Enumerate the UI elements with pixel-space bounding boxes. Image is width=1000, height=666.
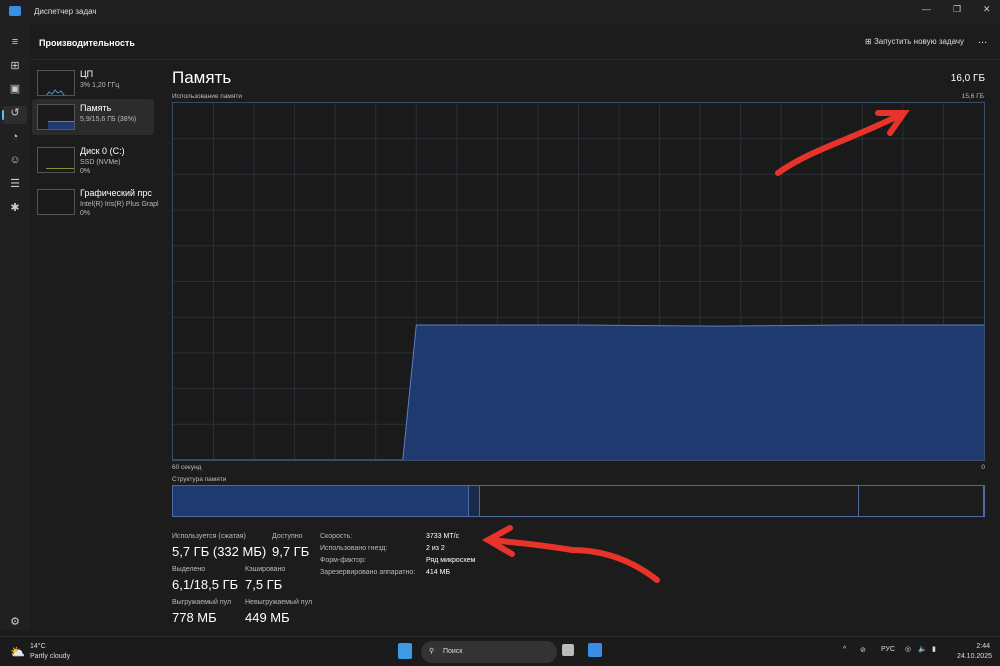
startup-apps-icon[interactable]: ◔ [9,131,21,143]
clock-time[interactable]: 2:44 [976,643,990,650]
taskbar: ⛅ 14°C Partly cloudy ⚲ Поиск ^ ⊘ РУС ◎ 🔈… [0,636,1000,666]
stat-label: Используется (сжатая) [172,533,246,540]
details-icon[interactable]: ☰ [9,178,21,190]
stat-value: 6,1/18,5 ГБ [172,577,239,592]
structure-label: Структура памяти [172,476,227,483]
stat-value: 449 МБ [245,610,290,625]
prop-label: Форм-фактор: [320,557,366,564]
stat-label: Доступно [272,533,303,540]
sidebar-item-sub: 5,9/15,6 ГБ (38%) [80,116,137,123]
prop-value: 3733 MT/c [426,533,460,540]
sidebar-item-sub: SSD (NVMe) [80,159,121,166]
stat-value: 7,5 ГБ [245,577,283,592]
minimize-button[interactable]: — [922,4,931,14]
more-button[interactable]: ... [978,34,987,46]
memory-thumbnail [37,104,75,130]
app-history-icon[interactable]: ↺ [9,107,21,119]
sidebar-item-gpu[interactable]: Графический прс Intel(R) Iris(R) Plus Gr… [32,184,159,220]
search-icon: ⚲ [429,648,435,655]
clock-date[interactable]: 24.10.2025 [957,653,992,660]
title-bar: Диспетчер задач — ❐ ✕ [0,0,1000,24]
sidebar-item-memory[interactable]: Память 5,9/15,6 ГБ (38%) [32,99,154,135]
cpu-thumbnail [37,70,75,96]
stat-label: Выделено [172,566,206,573]
users-icon[interactable]: ☺ [9,154,21,166]
gpu-thumbnail [37,189,75,215]
usage-label: Использование памяти [172,93,242,100]
nav-rail: ≡ ⊞ ▣ ↺ ◔ ☺ ☰ ✱ ⚙ [0,24,30,630]
weather-icon[interactable]: ⛅ [10,645,25,659]
sidebar-item-disk[interactable]: Диск 0 (C:) SSD (NVMe) 0% [32,142,154,178]
language-indicator[interactable]: РУС [881,646,895,653]
volume-icon[interactable]: 🔈 [918,645,927,653]
network-icon[interactable]: ◎ [905,645,911,653]
prop-value: 414 МБ [426,569,451,576]
stat-label: Выгружаемый пул [172,599,232,606]
prop-label: Использовано гнезд: [320,545,388,552]
search-placeholder: Поиск [443,648,463,655]
header: Производительность ⊞ Запустить новую зад… [30,24,1000,60]
stat-label: Невыгружаемый пул [245,599,313,606]
tray-chevron-icon[interactable]: ^ [843,646,846,653]
memory-total: 16,0 ГБ [950,73,985,84]
annotation-arrow-bottom [482,525,660,583]
page-title: Производительность [39,38,135,48]
stat-value: 5,7 ГБ (332 МБ) [172,544,267,559]
processes-icon[interactable]: ⊞ [9,60,21,72]
memory-title: Память [172,68,232,87]
task-view-icon[interactable] [562,644,574,656]
sidebar-item-sub: 3% 1,20 ГГц [80,82,120,89]
sidebar-item-label: Диск 0 (C:) [80,146,125,156]
memory-composition-bar [172,485,985,517]
sidebar-item-sub2: 0% [80,210,91,217]
new-task-label: Запустить новую задачу [873,37,965,46]
prop-label: Скорость: [320,533,353,540]
services-icon[interactable]: ✱ [9,202,21,214]
task-manager-taskbar-icon[interactable] [588,643,602,657]
search-box[interactable]: ⚲ Поиск [421,641,557,663]
window-title: Диспетчер задач [34,7,97,16]
sidebar-item-cpu[interactable]: ЦП 3% 1,20 ГГц [32,65,154,101]
sidebar-item-label: Графический прс [80,188,152,198]
task-manager-icon [9,6,21,16]
hamburger-menu-icon[interactable]: ≡ [9,36,21,48]
disk-thumbnail [37,147,75,173]
time-right-label: 0 [981,464,985,471]
sidebar-item-sub: Intel(R) Iris(R) Plus Grapl [80,201,159,208]
hidden-icon[interactable]: ⊘ [860,646,866,654]
stat-label: Кэшировано [245,566,286,573]
close-button[interactable]: ✕ [983,4,991,15]
time-left-label: 60 секунд [172,464,202,471]
in-use-segment[interactable] [173,486,470,516]
settings-icon[interactable]: ⚙ [9,616,21,628]
sidebar-item-sub2: 0% [80,168,91,175]
memory-usage-chart [172,102,985,461]
free-segment[interactable] [859,486,984,516]
new-task-button[interactable]: ⊞ Запустить новую задачу [865,37,964,46]
start-button[interactable] [398,643,412,659]
performance-icon[interactable]: ▣ [9,83,21,95]
stat-value: 778 МБ [172,610,217,625]
sidebar-item-label: Память [80,103,112,113]
sidebar-item-label: ЦП [80,69,94,79]
prop-value: Ряд микросхем [426,557,476,564]
usage-max: 15,6 ГБ [961,93,984,100]
stat-value: 9,7 ГБ [272,544,310,559]
modified-segment[interactable] [469,486,480,516]
prop-label: Зарезервировано аппаратно: [320,569,416,576]
battery-icon[interactable]: ▮ [932,645,936,653]
weather-temp[interactable]: 14°C [30,643,46,650]
prop-value: 2 из 2 [426,545,445,552]
weather-text[interactable]: Partly cloudy [30,653,70,660]
standby-segment[interactable] [480,486,860,516]
maximize-button[interactable]: ❐ [953,4,961,15]
